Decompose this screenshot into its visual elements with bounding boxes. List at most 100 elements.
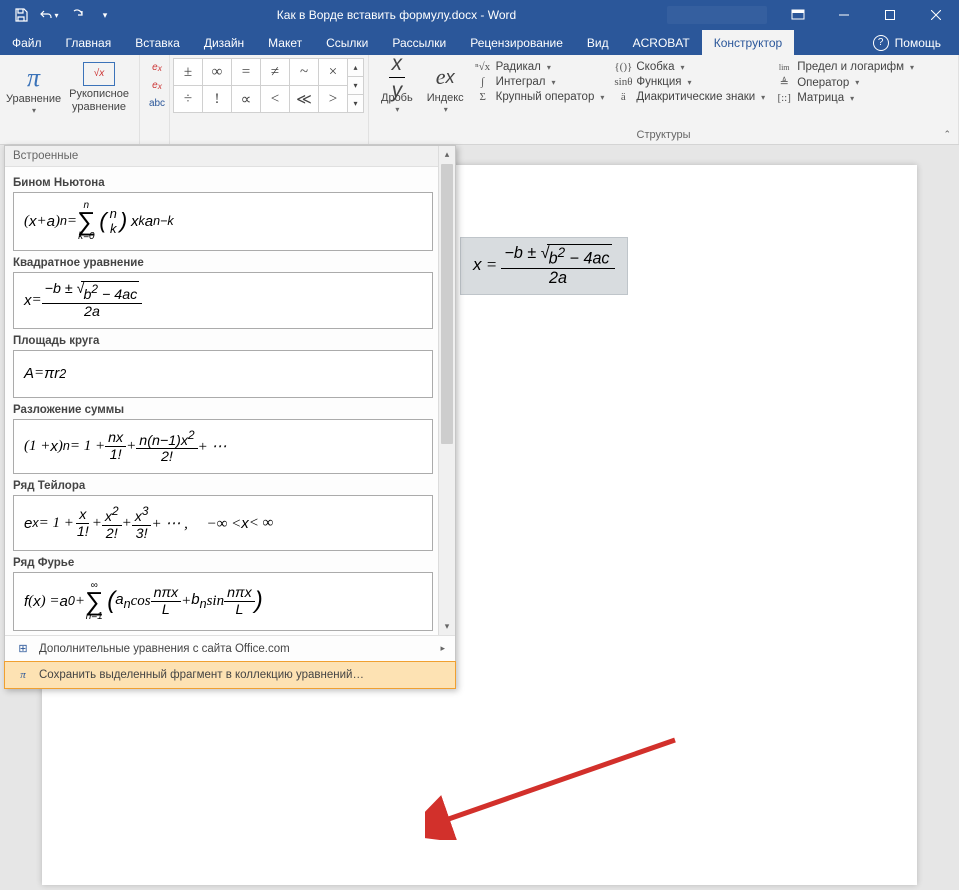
group-structures: xy Дробь▾ ex Индекс▾ ⁿ√xРадикал▾ ∫Интегр… <box>369 55 959 144</box>
matrix-button[interactable]: [::]Матрица▾ <box>773 91 920 105</box>
tab-layout[interactable]: Макет <box>256 30 314 55</box>
tab-home[interactable]: Главная <box>54 30 124 55</box>
symbol-eq[interactable]: = <box>231 58 261 86</box>
gallery-scrollbar[interactable]: ▴ ▾ <box>438 146 455 635</box>
fraction-button[interactable]: xy Дробь▾ <box>375 58 419 119</box>
professional-icon[interactable]: ex <box>146 59 168 76</box>
tab-acrobat[interactable]: ACROBAT <box>621 30 702 55</box>
quick-access-toolbar: ▾ ▾ <box>0 3 126 27</box>
script-button[interactable]: ex Индекс▾ <box>421 58 470 119</box>
tab-review[interactable]: Рецензирование <box>458 30 575 55</box>
tell-me-icon[interactable]: ? <box>873 35 889 51</box>
qat-customize-icon[interactable]: ▾ <box>92 3 118 27</box>
function-icon: sinθ <box>614 76 632 88</box>
group-symbols: ± ∞ = ≠ ~ × ÷ ! ∝ < ≪ > ▴ ▾ <box>170 55 369 144</box>
symbol-times[interactable]: × <box>318 58 348 86</box>
collapse-ribbon-icon[interactable]: ⌃ <box>943 129 951 140</box>
symbol-neq[interactable]: ≠ <box>260 58 290 86</box>
symbol-gallery-spinner: ▴ ▾ ▾ <box>348 59 364 113</box>
bracket-icon: {()} <box>614 61 632 73</box>
eq-circle-area[interactable]: A = πr2 <box>13 350 433 398</box>
minimize-icon[interactable] <box>821 0 867 30</box>
eq-fourier[interactable]: f(x) = a0 + ∞∑n=1 (an cosnπxL + bn sinnπ… <box>13 572 433 631</box>
limit-button[interactable]: limПредел и логарифм▾ <box>773 60 920 74</box>
group-conversions: ex ex abc <box>140 55 170 144</box>
gallery-header: Встроенные <box>5 146 455 167</box>
radical-icon: ⁿ√x <box>474 61 492 73</box>
help-label[interactable]: Помощь <box>895 36 941 50</box>
symbol-scroll-up-icon[interactable]: ▴ <box>347 58 364 77</box>
eq-title-quadratic: Квадратное уравнение <box>13 251 433 272</box>
maximize-icon[interactable] <box>867 0 913 30</box>
linear-icon[interactable]: ex <box>146 77 168 94</box>
tab-view[interactable]: Вид <box>575 30 621 55</box>
scroll-up-icon[interactable]: ▴ <box>439 146 455 163</box>
tab-references[interactable]: Ссылки <box>314 30 380 55</box>
account-placeholder[interactable] <box>667 6 767 24</box>
ribbon-display-options-icon[interactable] <box>775 0 821 30</box>
symbol-ll[interactable]: ≪ <box>289 85 319 113</box>
symbol-scroll-down-icon[interactable]: ▾ <box>347 76 364 95</box>
fraction-icon: xy <box>389 62 405 92</box>
chevron-right-icon: ▸ <box>440 643 445 654</box>
equation-gallery: Встроенные Бином Ньютона (x + a)n = n∑k=… <box>4 145 456 689</box>
ink-equation-button[interactable]: √x Рукописное уравнение <box>65 58 133 114</box>
symbol-gt[interactable]: > <box>318 85 348 113</box>
eq-title-fourier: Ряд Фурье <box>13 551 433 572</box>
symbol-div[interactable]: ÷ <box>173 85 203 113</box>
tab-design[interactable]: Дизайн <box>192 30 256 55</box>
operator-button[interactable]: ≜Оператор▾ <box>773 75 920 90</box>
window-title: Как в Ворде вставить формулу.docx - Word <box>126 8 667 22</box>
eq-title-taylor: Ряд Тейлора <box>13 474 433 495</box>
eq-title-binom: Бином Ньютона <box>13 171 433 192</box>
scroll-down-icon[interactable]: ▾ <box>439 618 455 635</box>
save-pi-icon: π <box>15 667 31 683</box>
redo-icon[interactable] <box>64 3 90 27</box>
symbol-expand-icon[interactable]: ▾ <box>347 94 364 113</box>
more-equations-office[interactable]: ⊞ Дополнительные уравнения с сайта Offic… <box>5 636 455 662</box>
undo-icon[interactable]: ▾ <box>36 3 62 27</box>
eq-quadratic[interactable]: x = −b ± b2 − 4ac 2a <box>13 272 433 329</box>
equation-object[interactable]: x = −b ± b2 − 4ac 2a <box>460 237 628 295</box>
symbol-pm[interactable]: ± <box>173 58 203 86</box>
tab-insert[interactable]: Вставка <box>123 30 192 55</box>
office-icon: ⊞ <box>15 641 31 657</box>
equation-label: Уравнение <box>6 93 61 106</box>
symbol-inf[interactable]: ∞ <box>202 58 232 86</box>
save-selection-to-gallery[interactable]: π Сохранить выделенный фрагмент в коллек… <box>4 661 456 689</box>
bracket-button[interactable]: {()}Скобка▾ <box>612 60 771 74</box>
accent-icon: ä <box>614 91 632 103</box>
pi-icon: π <box>27 62 40 93</box>
function-button[interactable]: sinθФункция▾ <box>612 75 771 89</box>
close-icon[interactable] <box>913 0 959 30</box>
titlebar: ▾ ▾ Как в Ворде вставить формулу.docx - … <box>0 0 959 30</box>
save-icon[interactable] <box>8 3 34 27</box>
integral-icon: ∫ <box>474 76 492 88</box>
large-operator-button[interactable]: ΣКрупный оператор▾ <box>472 90 611 104</box>
group-tools: π Уравнение ▾ √x Рукописное уравнение <box>0 55 140 144</box>
scroll-thumb[interactable] <box>441 164 453 444</box>
script-icon: ex <box>436 62 455 92</box>
ink-label: Рукописное уравнение <box>69 88 129 114</box>
symbol-fact[interactable]: ! <box>202 85 232 113</box>
tab-design-equation[interactable]: Конструктор <box>702 30 794 55</box>
symbol-lt[interactable]: < <box>260 85 290 113</box>
symbol-tilde[interactable]: ~ <box>289 58 319 86</box>
eq-title-sum-expand: Разложение суммы <box>13 398 433 419</box>
radical-button[interactable]: ⁿ√xРадикал▾ <box>472 60 611 74</box>
tab-file[interactable]: Файл <box>0 30 54 55</box>
eq-taylor[interactable]: ex = 1 + x1! + x22! + x33! + ⋯ , −∞ < x … <box>13 495 433 551</box>
eq-binom[interactable]: (x + a)n = n∑k=0 (nk) xkan−k <box>13 192 433 251</box>
eq-sum-expand[interactable]: (1 + x)n = 1 + nx1! + n(n−1)x22! + ⋯ <box>13 419 433 475</box>
accent-button[interactable]: äДиакритические знаки▾ <box>612 90 771 104</box>
limit-icon: lim <box>775 63 793 72</box>
sigma-icon: Σ <box>474 91 492 103</box>
integral-button[interactable]: ∫Интеграл▾ <box>472 75 611 89</box>
symbol-propto[interactable]: ∝ <box>231 85 261 113</box>
eq-title-circle: Площадь круга <box>13 329 433 350</box>
window-controls <box>821 0 959 30</box>
matrix-icon: [::] <box>775 92 793 104</box>
ink-icon: √x <box>83 62 115 86</box>
normal-text-icon[interactable]: abc <box>146 95 168 112</box>
equation-button[interactable]: π Уравнение ▾ <box>6 58 61 116</box>
